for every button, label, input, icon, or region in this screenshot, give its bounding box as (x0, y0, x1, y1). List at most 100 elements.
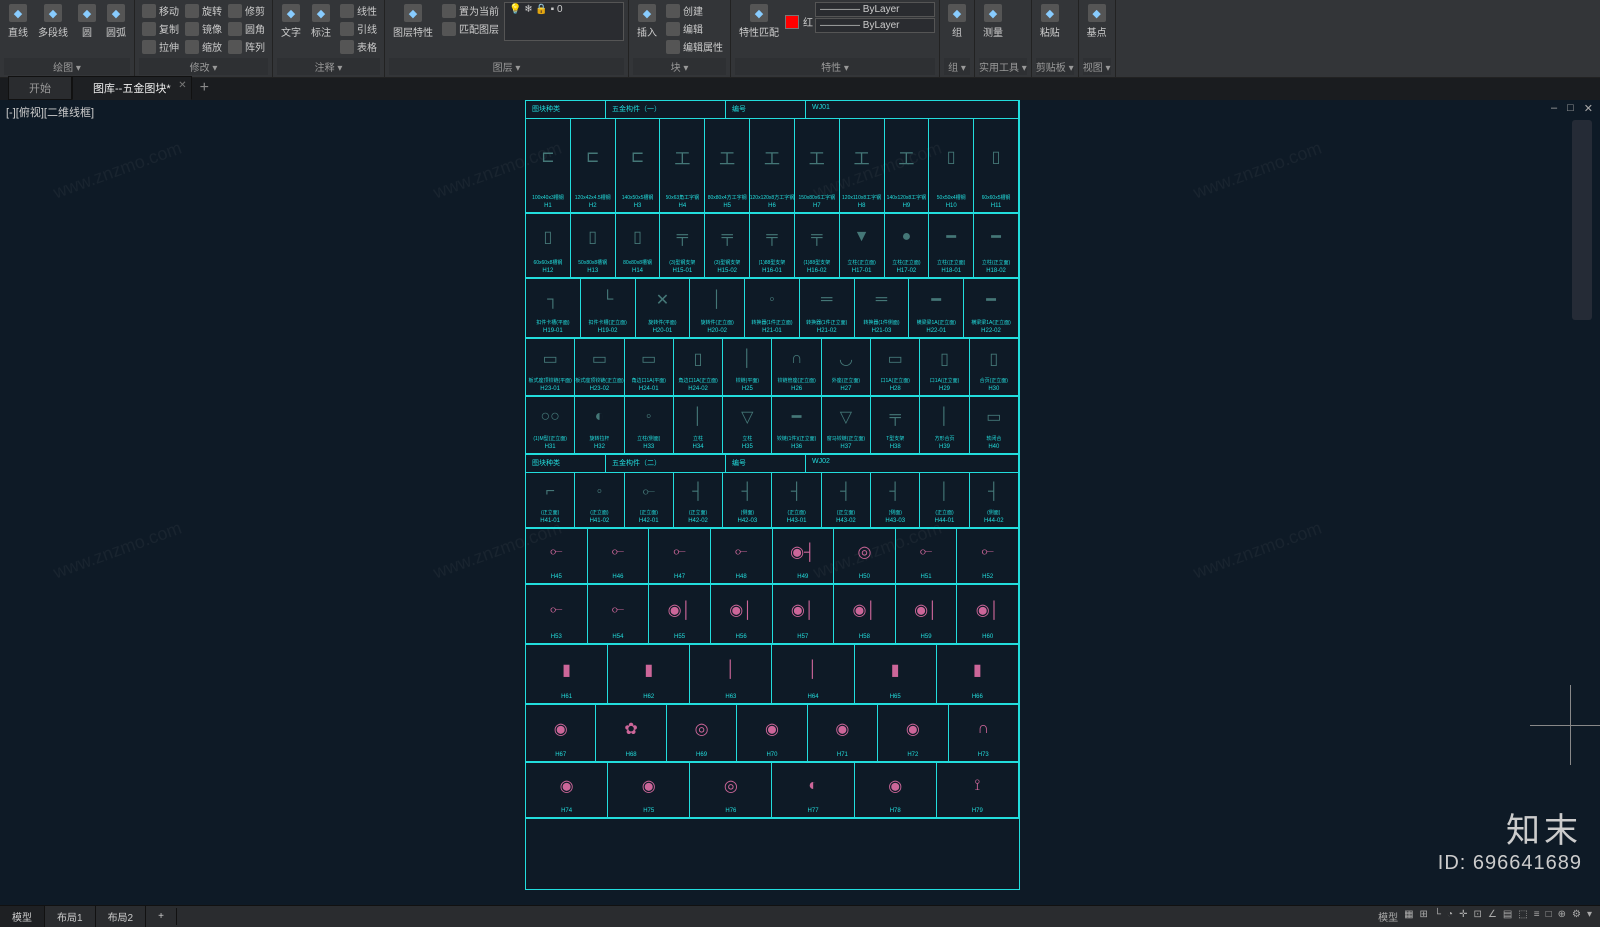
close-icon[interactable]: ✕ (1581, 102, 1596, 115)
panel-label[interactable]: 块 ▾ (633, 58, 726, 75)
block-symbol: ▯ (982, 122, 1010, 192)
block-code: H8 (858, 203, 866, 209)
status-toggle[interactable]: ▾ (1587, 909, 1592, 924)
tool-图层特性[interactable]: ◆图层特性 (389, 2, 437, 41)
block-symbol: ╤ (713, 217, 741, 257)
block-symbol: ▭ (880, 342, 911, 375)
tool-引线[interactable]: 引线 (337, 20, 380, 37)
status-toggle[interactable]: ⊡ (1473, 909, 1481, 924)
block-desc: (1)M型(正立面) (533, 435, 567, 442)
tool-表格[interactable]: 表格 (337, 38, 380, 55)
panel-label[interactable]: 图层 ▾ (389, 58, 624, 75)
navigation-bar[interactable] (1572, 120, 1592, 320)
sheet-header-cell: WJ01 (806, 101, 1019, 118)
block-desc: 150x80x6工字钢 (798, 194, 835, 201)
tool-旋转[interactable]: 旋转 (182, 2, 225, 19)
tool-基点[interactable]: ◆基点 (1083, 2, 1111, 41)
block-desc: 100x40x3槽钢 (532, 194, 564, 201)
tool-标注[interactable]: ◆标注 (307, 2, 335, 55)
tool-线性[interactable]: 线性 (337, 2, 380, 19)
tool-特性匹配[interactable]: ◆特性匹配 (735, 2, 783, 41)
property-combo[interactable]: ———— ByLayer (815, 18, 935, 33)
block-cell-H40: ▭软闭合H40 (970, 397, 1019, 454)
tool-匹配图层[interactable]: 匹配图层 (439, 20, 502, 37)
block-code: H42-02 (688, 518, 708, 524)
maximize-icon[interactable]: □ (1564, 102, 1577, 115)
tool-修剪[interactable]: 修剪 (225, 2, 268, 19)
block-symbol: ◉ (540, 766, 594, 806)
tool-编辑[interactable]: 编辑 (663, 20, 706, 37)
panel-label[interactable]: 组 ▾ (944, 58, 970, 75)
status-toggle[interactable]: ⊕ (1558, 909, 1566, 924)
property-combo[interactable]: ———— ByLayer (815, 2, 935, 17)
status-toggle[interactable]: ⬚ (1518, 909, 1527, 924)
tool-直线[interactable]: ◆直线 (4, 2, 32, 41)
layer-combo[interactable]: 💡 ❄ 🔒 ▪ 0 (504, 2, 624, 41)
viewport-label[interactable]: [-][俯视][二维线框] (6, 104, 94, 120)
block-cell-H69: ◎H69 (667, 705, 737, 762)
tool-移动[interactable]: 移动 (139, 2, 182, 19)
block-code: H20-01 (653, 328, 673, 334)
tool-缩放[interactable]: 缩放 (182, 38, 225, 55)
doc-tab[interactable]: 开始 (8, 76, 72, 100)
panel-label[interactable]: 特性 ▾ (735, 58, 935, 75)
多段线-icon: ◆ (44, 4, 62, 22)
tool-插入[interactable]: ◆插入 (633, 2, 661, 55)
status-toggle[interactable]: └ (1434, 909, 1441, 924)
status-toggle[interactable]: ◔ (1447, 909, 1453, 924)
status-toggle[interactable]: ∠ (1488, 909, 1497, 924)
drawing-viewport[interactable]: [-][俯视][二维线框] – □ ✕ www.znzmo.comwww.znz… (0, 100, 1600, 905)
status-toggle[interactable]: □ (1546, 909, 1552, 924)
panel-label[interactable]: 视图 ▾ (1083, 58, 1111, 75)
add-layout-button[interactable]: + (146, 908, 177, 925)
tool-测量[interactable]: ◆测量 (979, 2, 1007, 41)
tool-镜像[interactable]: 镜像 (182, 20, 225, 37)
block-desc: 角边口1A(平面) (632, 377, 666, 384)
block-symbol: └ (590, 282, 625, 317)
status-toggle[interactable]: ▤ (1503, 909, 1512, 924)
status-toggle[interactable]: ✛ (1459, 909, 1467, 924)
tool-阵列[interactable]: 阵列 (225, 38, 268, 55)
tab-close-icon[interactable]: ✕ (178, 80, 186, 91)
layout-tab[interactable]: 布局1 (45, 906, 96, 927)
tool-圆弧[interactable]: ◆圆弧 (102, 2, 130, 41)
layout-tab[interactable]: 模型 (0, 906, 45, 927)
layout-tab[interactable]: 布局2 (96, 906, 147, 927)
block-code: H43-03 (885, 518, 905, 524)
status-toggle[interactable]: 模型 (1378, 909, 1398, 924)
tool-粘贴[interactable]: ◆粘贴 (1036, 2, 1064, 41)
tool-置为当前[interactable]: 置为当前 (439, 2, 502, 19)
block-desc: 立柱(侧面) (637, 435, 660, 442)
tool-编辑属性[interactable]: 编辑属性 (663, 38, 726, 55)
status-toggle[interactable]: ⚙ (1572, 909, 1581, 924)
tool-文字[interactable]: ◆文字 (277, 2, 305, 55)
status-toggle[interactable]: ⊞ (1420, 909, 1428, 924)
block-cell-H23-01: ▭板式座顶铰链(平面)H23-01 (526, 339, 575, 396)
doc-tab[interactable]: 图库--五金图块*✕ (72, 76, 192, 100)
panel-label[interactable]: 注释 ▾ (277, 58, 380, 75)
minimize-icon[interactable]: – (1548, 102, 1560, 115)
阵列-icon (228, 40, 242, 54)
block-desc: 120x110x8工字钢 (842, 194, 881, 201)
tool-圆角[interactable]: 圆角 (225, 20, 268, 37)
tool-圆[interactable]: ◆圆 (74, 2, 100, 41)
color-swatch[interactable] (785, 15, 799, 29)
tool-组[interactable]: ◆组 (944, 2, 970, 41)
block-code: H6 (768, 203, 776, 209)
block-code: H74 (561, 808, 572, 814)
add-tab-button[interactable]: + (192, 76, 217, 100)
panel-label[interactable]: 绘图 ▾ (4, 58, 130, 75)
tool-拉伸[interactable]: 拉伸 (139, 38, 182, 55)
tool-复制[interactable]: 复制 (139, 20, 182, 37)
status-toggle[interactable]: ≡ (1534, 909, 1540, 924)
panel-label[interactable]: 剪贴板 ▾ (1036, 58, 1074, 75)
block-symbol: ⟜ (660, 532, 700, 572)
block-symbol: ◉ (820, 708, 866, 750)
block-desc: 80x80x8槽钢 (623, 259, 652, 266)
panel-label[interactable]: 修改 ▾ (139, 58, 268, 75)
block-cell-H31: ○○(1)M型(正立面)H31 (526, 397, 575, 454)
tool-创建[interactable]: 创建 (663, 2, 706, 19)
status-toggle[interactable]: ▦ (1404, 909, 1413, 924)
panel-label[interactable]: 实用工具 ▾ (979, 58, 1027, 75)
tool-多段线[interactable]: ◆多段线 (34, 2, 72, 41)
